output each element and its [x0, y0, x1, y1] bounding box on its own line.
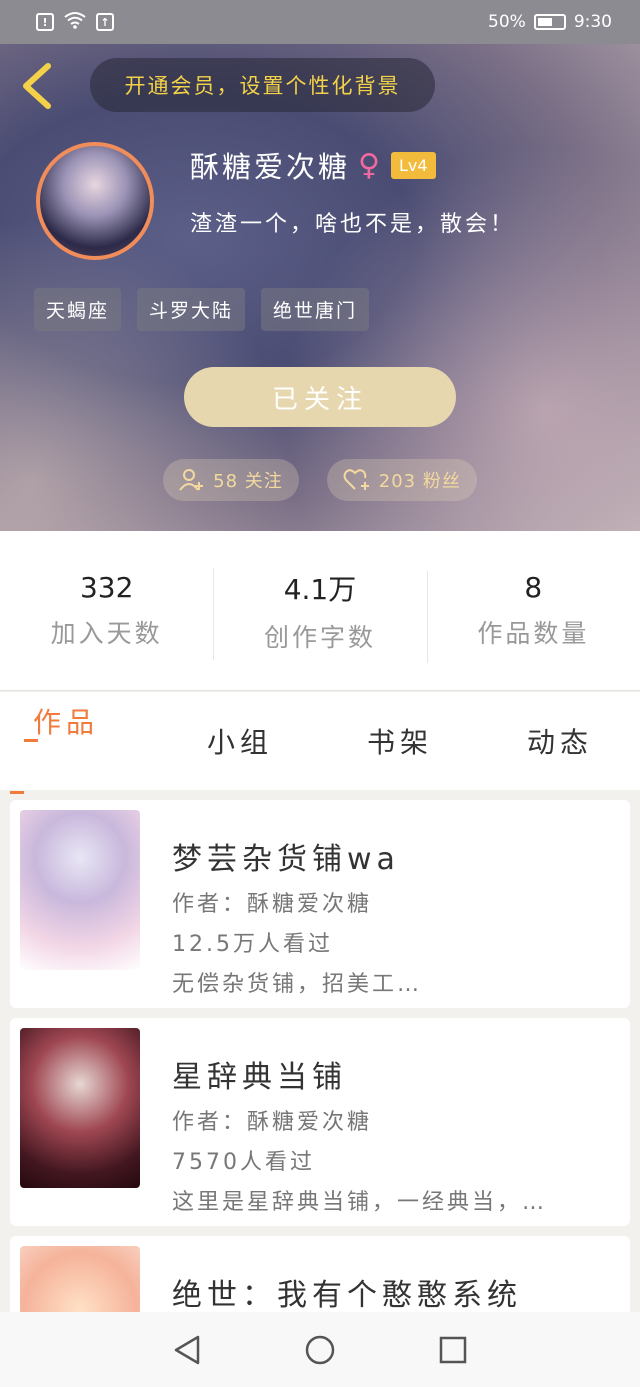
work-description: 这里是星辞典当铺，一经典当，… [172, 1190, 548, 1215]
tag-list: 天蝎座 斗罗大陆 绝世唐门 [34, 288, 370, 331]
active-tab-indicator [24, 739, 38, 742]
active-tab-indicator [10, 791, 24, 794]
work-views: 7570人看过 [172, 1150, 315, 1175]
triangle-back-icon [174, 1335, 199, 1364]
notification-icon: ! [36, 13, 54, 31]
stat-label: 加入天数 [50, 619, 163, 648]
work-title: 星辞典当铺 [172, 1060, 347, 1095]
tab-label: 小组 [206, 726, 273, 759]
follow-button[interactable]: 已关注 [184, 367, 456, 427]
nav-back-button[interactable] [167, 1330, 207, 1370]
work-card[interactable]: 梦芸杂货铺wa 作者：酥糖爱次糖 12.5万人看过 无偿杂货铺，招美工… [10, 800, 630, 1008]
work-card[interactable]: 星辞典当铺 作者：酥糖爱次糖 7570人看过 这里是星辞典当铺，一经典当，… [10, 1018, 630, 1226]
square-recents-icon [440, 1336, 467, 1363]
battery-percent: 50% [488, 12, 526, 32]
tab-bar: 作品 小组 书架 动态 [0, 692, 640, 794]
level-badge: Lv4 [391, 151, 436, 179]
circle-home-icon [305, 1335, 335, 1364]
stat-join-days: 332 加入天数 [0, 571, 213, 650]
username: 酥糖爱次糖 [190, 150, 351, 184]
stat-label: 创作字数 [263, 622, 376, 652]
tab-works[interactable]: 作品 [0, 706, 160, 794]
stats-row: 332 加入天数 4.1万 创作字数 8 作品数量 [0, 531, 640, 691]
profile-header: 开通会员，设置个性化背景 酥糖爱次糖 ♀ Lv4 渣渣一个，啥也不是，散会！ 天… [0, 44, 640, 531]
user-plus-icon [179, 469, 204, 491]
work-views: 12.5万人看过 [172, 932, 333, 957]
following-count: 58 关注 [213, 471, 283, 492]
stat-value: 4.1万 [283, 572, 357, 606]
work-title: 梦芸杂货铺wa [172, 842, 400, 877]
tag[interactable]: 绝世唐门 [261, 288, 370, 331]
system-nav-bar [0, 1312, 640, 1387]
avatar[interactable] [36, 142, 154, 260]
member-banner[interactable]: 开通会员，设置个性化背景 [90, 58, 435, 112]
tag[interactable]: 天蝎座 [34, 288, 122, 331]
upload-icon: ↑ [96, 13, 114, 31]
nav-recents-button[interactable] [433, 1330, 473, 1370]
heart-plus-icon [343, 469, 369, 490]
book-cover [20, 810, 140, 970]
stat-value: 332 [79, 571, 134, 604]
status-bar: ! ↑ 50% 9:30 [0, 0, 640, 44]
bio: 渣渣一个，啥也不是，散会！ [190, 212, 516, 237]
work-author: 作者：酥糖爱次糖 [172, 1110, 373, 1135]
book-cover [20, 1028, 140, 1188]
back-button[interactable] [18, 62, 58, 110]
tab-bookshelf[interactable]: 书架 [320, 721, 480, 761]
following-button[interactable]: 58 关注 [163, 459, 299, 501]
stat-works-count: 8 作品数量 [426, 571, 640, 663]
wifi-icon [64, 11, 86, 34]
tab-activity[interactable]: 动态 [480, 721, 640, 761]
stat-word-count: 4.1万 创作字数 [213, 567, 426, 660]
work-description: 无偿杂货铺，招美工… [172, 972, 423, 997]
work-author: 作者：酥糖爱次糖 [172, 892, 373, 917]
tag[interactable]: 斗罗大陆 [137, 288, 246, 331]
tab-label: 作品 [32, 706, 99, 739]
stat-label: 作品数量 [477, 619, 590, 648]
chevron-left-icon [23, 63, 51, 109]
username-row: 酥糖爱次糖 ♀ Lv4 [190, 144, 436, 186]
tab-label: 动态 [526, 726, 593, 759]
female-icon: ♀ [358, 147, 383, 183]
stat-value: 8 [524, 571, 543, 604]
tab-groups[interactable]: 小组 [160, 721, 320, 761]
work-title: 绝世：我有个憨憨系统 [172, 1278, 522, 1313]
fans-button[interactable]: 203 粉丝 [326, 459, 477, 501]
nav-home-button[interactable] [300, 1330, 340, 1370]
battery-icon [533, 14, 566, 30]
clock: 9:30 [573, 12, 612, 32]
follow-stats: 58 关注 203 粉丝 [0, 459, 640, 501]
works-list: 梦芸杂货铺wa 作者：酥糖爱次糖 12.5万人看过 无偿杂货铺，招美工… 星辞典… [10, 800, 630, 1387]
tab-label: 书架 [366, 726, 433, 759]
fans-count: 203 粉丝 [378, 471, 461, 492]
